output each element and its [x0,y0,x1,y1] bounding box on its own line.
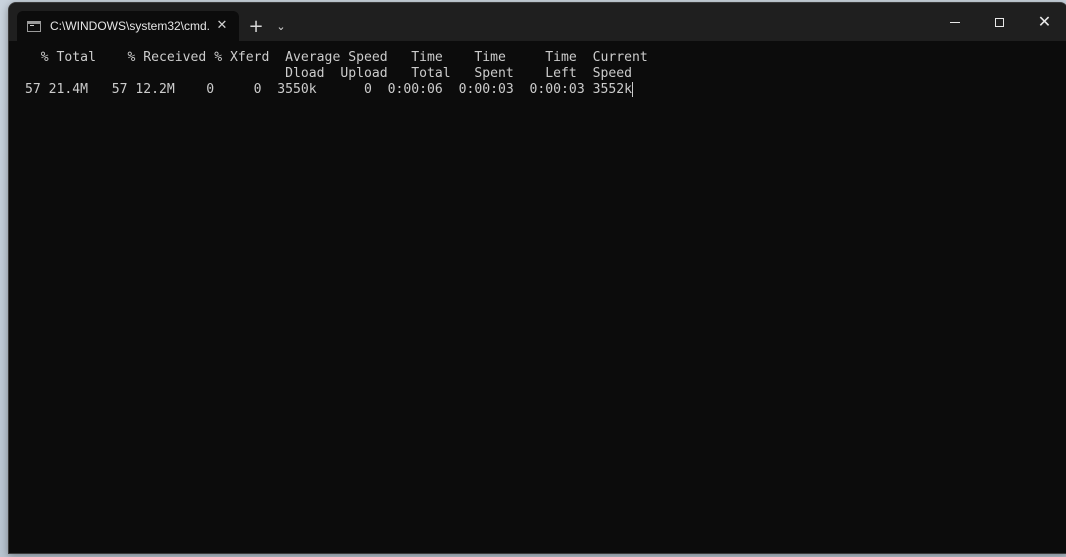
tab-title: C:\WINDOWS\system32\cmd. [50,19,209,33]
new-tab-button[interactable]: + [241,11,271,41]
close-icon: ✕ [1037,12,1052,31]
minimize-icon [949,21,960,23]
terminal-line-header-2: Dload Upload Total Spent Left Speed [25,66,632,81]
desktop: C:\WINDOWS\system32\cmd. ✕ + ⌄ ✕ % Total… [0,0,1066,557]
text-cursor [632,82,633,97]
minimize-button[interactable] [932,3,977,41]
title-bar[interactable]: C:\WINDOWS\system32\cmd. ✕ + ⌄ ✕ [9,3,1066,41]
caption-buttons: ✕ [932,3,1066,41]
terminal-window: C:\WINDOWS\system32\cmd. ✕ + ⌄ ✕ % Total… [8,2,1066,554]
tab-close-button[interactable]: ✕ [213,17,231,35]
terminal-line-header-1: % Total % Received % Xferd Average Speed… [25,50,648,65]
terminal-output[interactable]: % Total % Received % Xferd Average Speed… [9,41,1066,553]
tab-dropdown-button[interactable]: ⌄ [271,11,291,41]
terminal-icon [27,20,41,32]
tab-cmd[interactable]: C:\WINDOWS\system32\cmd. ✕ [17,11,239,41]
terminal-line-progress: 57 21.4M 57 12.2M 0 0 3550k 0 0:00:06 0:… [25,82,1066,98]
maximize-button[interactable] [977,3,1022,41]
progress-text: 57 21.4M 57 12.2M 0 0 3550k 0 0:00:06 0:… [25,82,632,97]
close-button[interactable]: ✕ [1022,3,1066,41]
maximize-icon [995,17,1004,27]
